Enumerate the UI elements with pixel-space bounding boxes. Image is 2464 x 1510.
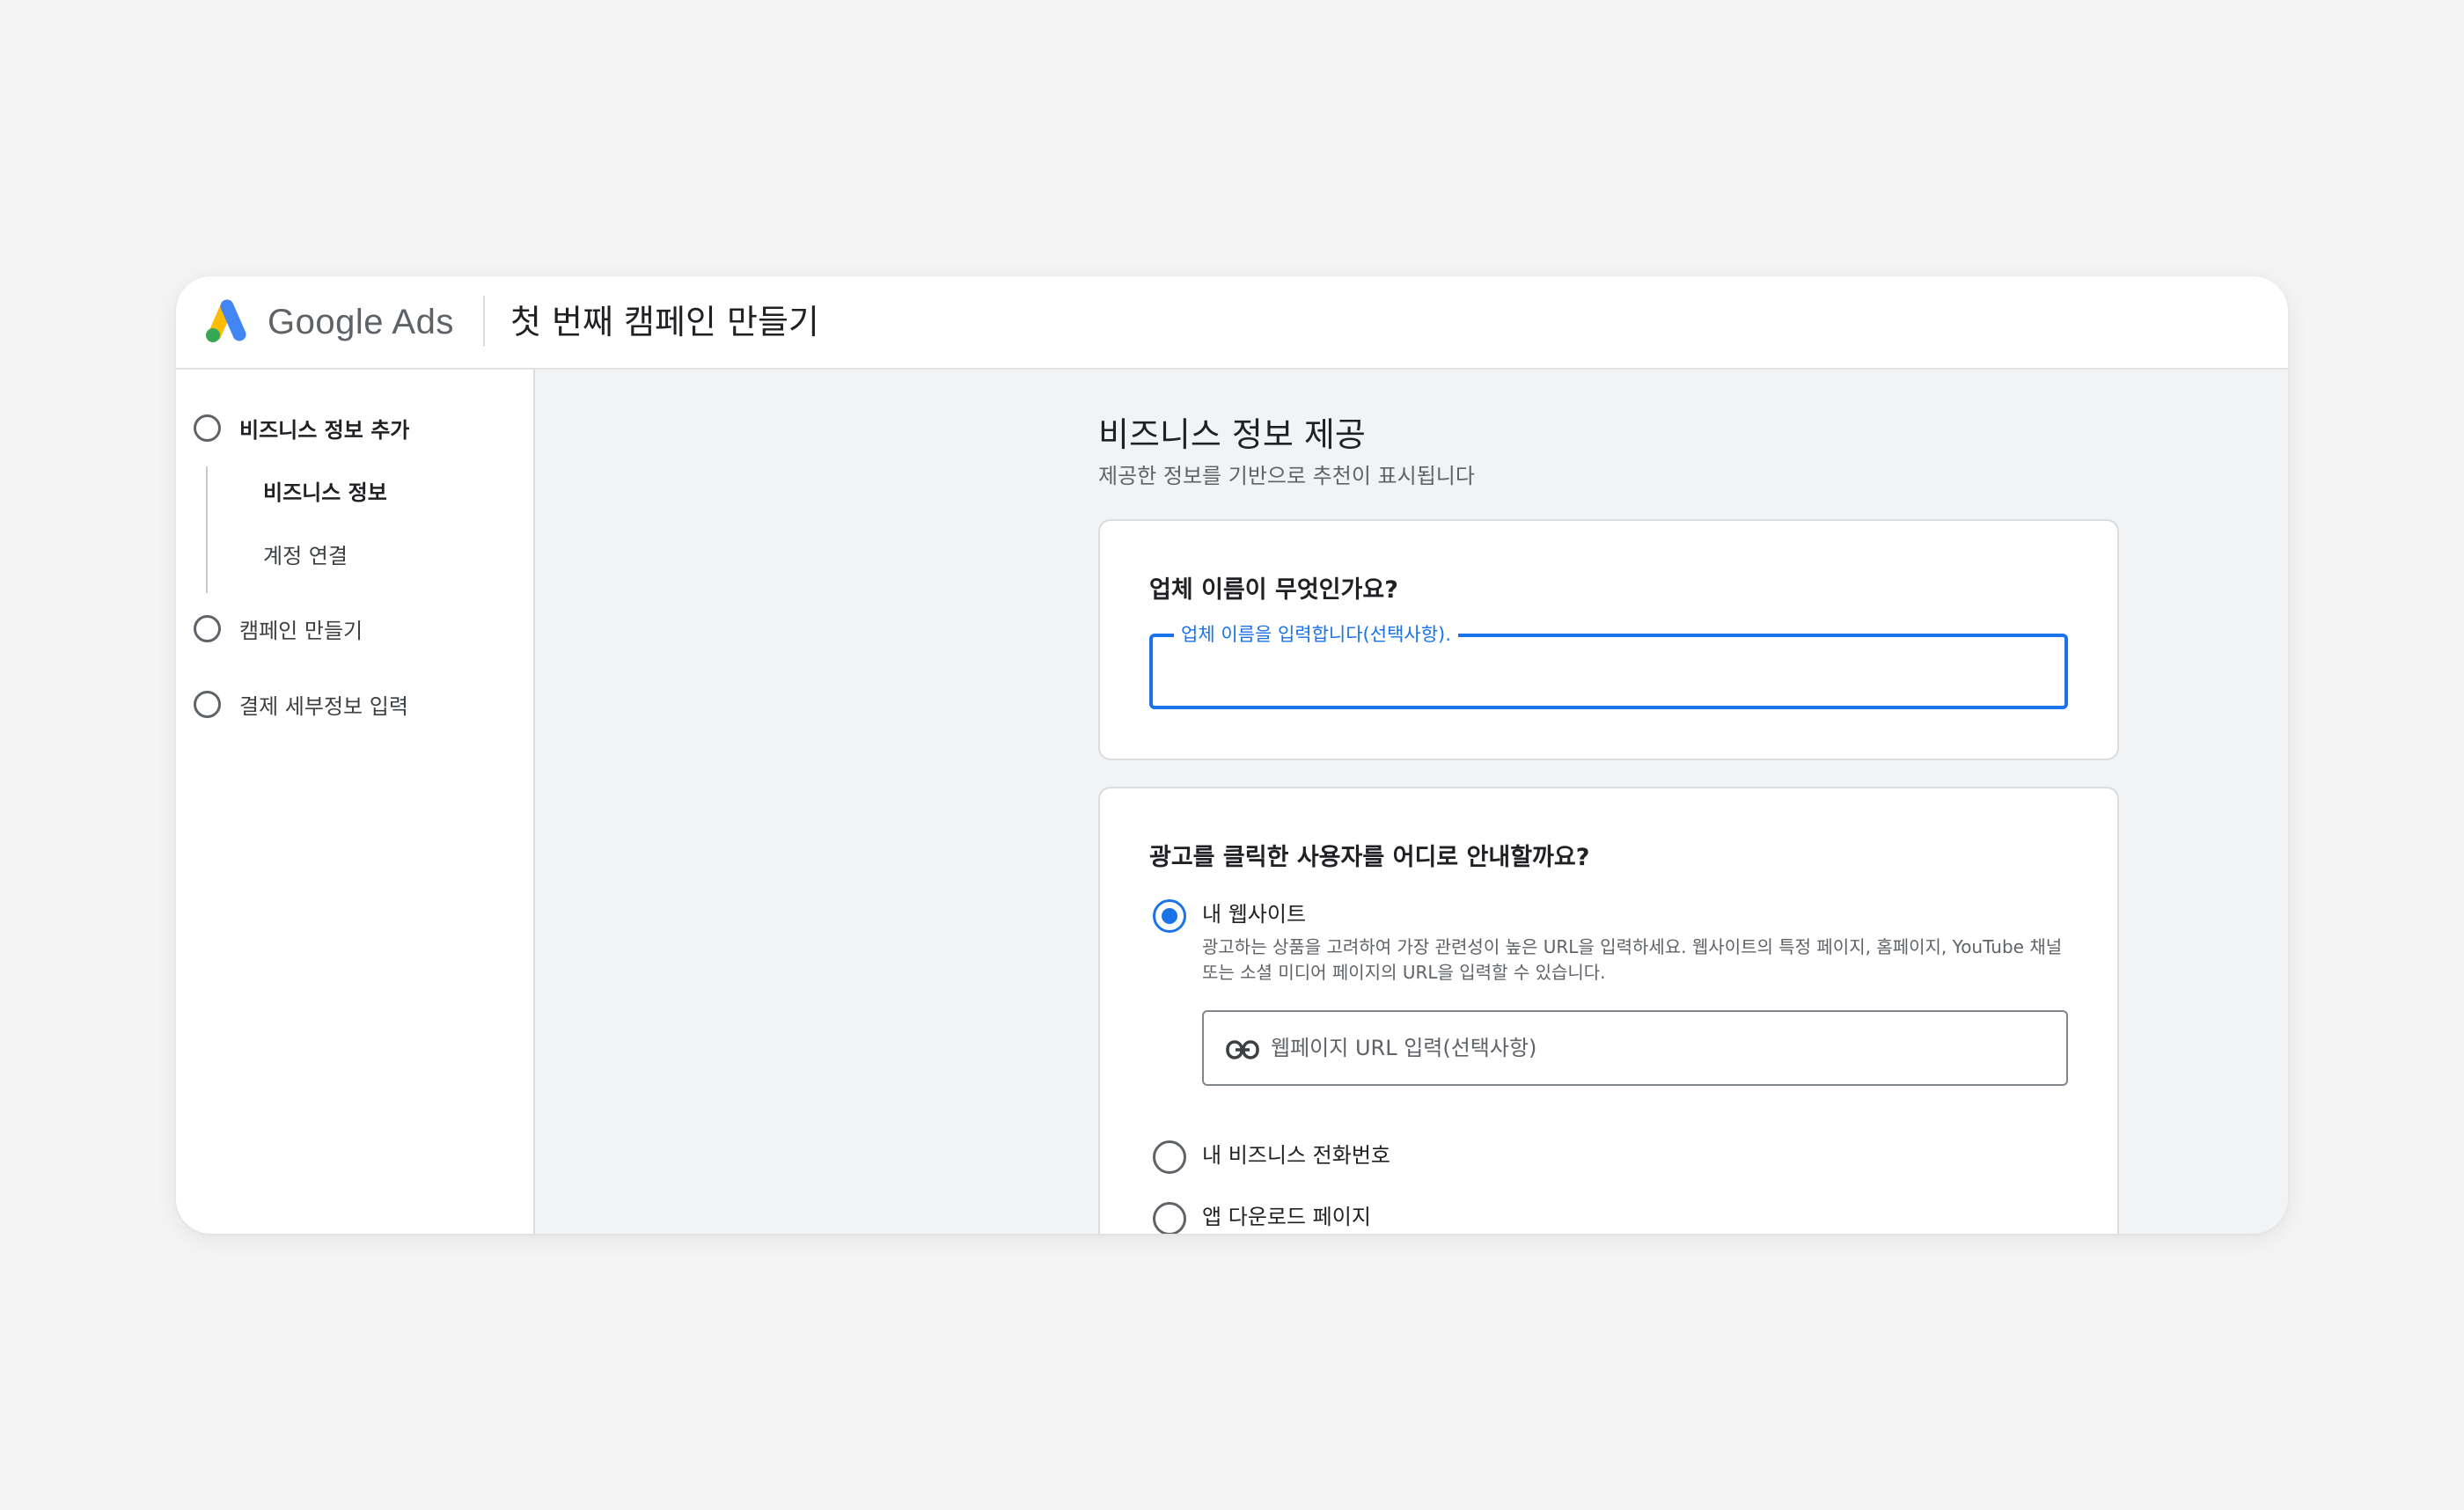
substep-link-accounts[interactable]: 계정 연결 [263,540,348,572]
section-title: 비즈니스 정보 제공 [1098,415,1366,454]
substep-business-info[interactable]: 비즈니스 정보 [263,477,387,509]
option-website-label[interactable]: 내 웹사이트 [1202,899,1306,929]
radio-phone[interactable] [1153,1140,1186,1174]
step-billing[interactable]: 결제 세부정보 입력 [194,686,408,722]
step-label: 비즈니스 정보 추가 [239,417,410,443]
business-name-label: 업체 이름을 입력합니다(선택사항). [1174,622,1458,647]
step-create-campaign[interactable]: 캠페인 만들기 [194,611,363,646]
business-name-question: 업체 이름이 무엇인가요? [1149,576,1398,604]
option-app-download-label[interactable]: 앱 다운로드 페이지 [1202,1202,1371,1232]
page-title: 첫 번째 캠페인 만들기 [510,303,819,341]
section-subtitle: 제공한 정보를 기반으로 추천이 표시됩니다 [1098,464,1475,488]
step-circle-icon [194,414,221,442]
app-window: Google Ads 첫 번째 캠페인 만들기 비즈니스 정보 추가 비즈니스 … [176,276,2288,1234]
business-name-card: 업체 이름이 무엇인가요? 업체 이름을 입력합니다(선택사항). [1098,519,2119,760]
header-divider [483,296,485,347]
step-label: 결제 세부정보 입력 [239,693,408,719]
url-input[interactable] [1271,1012,2045,1084]
main-content: 비즈니스 정보 제공 제공한 정보를 기반으로 추천이 표시됩니다 업체 이름이… [537,370,2288,1234]
brand-name: Google Ads [268,303,454,341]
option-website-description: 광고하는 상품을 고려하여 가장 관련성이 높은 URL을 입력하세요. 웹사이… [1202,936,2063,983]
step-circle-icon [194,614,221,642]
step-circle-icon [194,690,221,718]
screen-background: Google Ads 첫 번째 캠페인 만들기 비즈니스 정보 추가 비즈니스 … [0,0,2464,1510]
url-field[interactable] [1202,1010,2068,1086]
option-phone-label[interactable]: 내 비즈니스 전화번호 [1202,1140,1390,1170]
stepper-sidebar: 비즈니스 정보 추가 비즈니스 정보 계정 연결 캠페인 만들기 결제 세부정보… [176,370,535,1234]
google-ads-logo-icon [206,299,246,342]
destination-card: 광고를 클릭한 사용자를 어디로 안내할까요? 내 웹사이트 광고하는 상품을 … [1098,787,2119,1234]
step-business-info[interactable]: 비즈니스 정보 추가 [194,410,409,445]
business-name-field[interactable]: 업체 이름을 입력합니다(선택사항). [1149,622,2068,709]
radio-selected-dot [1162,908,1177,924]
top-bar: Google Ads 첫 번째 캠페인 만들기 [176,276,2288,370]
radio-app-download[interactable] [1153,1202,1186,1234]
destination-question: 광고를 클릭한 사용자를 어디로 안내할까요? [1149,844,1590,871]
substep-connector [206,466,208,593]
business-name-input[interactable] [1153,637,2064,706]
radio-website[interactable] [1153,899,1186,933]
link-icon [1226,1040,1259,1059]
step-label: 캠페인 만들기 [239,618,363,643]
